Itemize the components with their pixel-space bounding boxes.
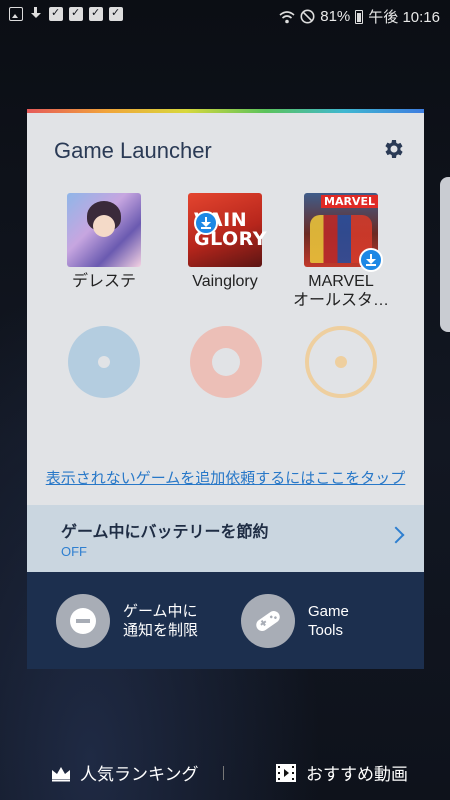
clock: 午後 10:16 — [368, 9, 440, 26]
empty-slot-placeholder — [305, 326, 377, 398]
do-not-disturb-icon — [300, 9, 315, 24]
game-item-vainglory[interactable]: VAIN GLORY Vainglory — [170, 193, 280, 291]
ranking-button[interactable]: 人気ランキング — [50, 760, 199, 785]
game-item-marvel[interactable]: MARVEL MARVEL オールスタ… — [286, 193, 396, 310]
minus-circle-icon — [56, 594, 110, 648]
game-tools-button[interactable]: Game Tools — [241, 594, 349, 648]
battery-saver-status: OFF — [61, 544, 87, 559]
next-card-edge[interactable] — [440, 177, 450, 332]
game-list: デレステ VAIN GLORY Vainglory MARVEL MARVEL オ… — [27, 193, 424, 313]
status-bar: 81% 午後 10:16 — [0, 0, 450, 32]
empty-slot-placeholder — [68, 326, 140, 398]
game-item-deresute[interactable]: デレステ — [49, 193, 159, 291]
block-notifications-button[interactable]: ゲーム中に 通知を制限 — [56, 594, 199, 648]
download-icon — [29, 7, 43, 21]
battery-saver-label: ゲーム中にバッテリーを節約 — [61, 524, 269, 541]
rainbow-accent-bar — [27, 109, 424, 113]
block-notifications-label: ゲーム中に 通知を制限 — [123, 603, 199, 639]
marvel-app-icon[interactable]: MARVEL — [304, 193, 383, 272]
vainglory-app-icon[interactable]: VAIN GLORY — [188, 193, 267, 267]
card-title: Game Launcher — [54, 138, 212, 163]
videos-label: おすすめ動画 — [306, 765, 408, 784]
game-name: MARVEL オールスタ… — [292, 273, 389, 309]
tile-logo-text: MARVEL — [321, 195, 378, 208]
game-name: デレステ — [71, 273, 136, 290]
bag-check-icon — [49, 6, 63, 21]
crown-icon — [52, 766, 70, 781]
tools-section: ゲーム中に 通知を制限 Game Tools — [27, 572, 424, 669]
gamepad-icon — [241, 594, 295, 648]
game-name: Vainglory — [192, 273, 258, 290]
download-icon — [359, 248, 383, 272]
bag-check-icon — [69, 6, 83, 21]
divider — [223, 766, 224, 780]
game-launcher-card: Game Launcher デレステ VAIN GLORY Vainglory M… — [27, 109, 424, 669]
film-play-icon — [276, 763, 296, 782]
deresute-app-icon[interactable] — [67, 193, 141, 267]
download-icon — [194, 211, 218, 235]
bottom-bar: 人気ランキング おすすめ動画 — [0, 752, 450, 792]
ranking-label: 人気ランキング — [80, 765, 199, 784]
bag-check-icon — [89, 6, 103, 21]
recommended-videos-button[interactable]: おすすめ動画 — [276, 760, 408, 785]
wifi-icon — [279, 10, 295, 23]
image-icon — [9, 7, 23, 21]
bag-check-icon — [109, 6, 123, 21]
empty-slots — [27, 326, 424, 406]
empty-slot-placeholder — [190, 326, 262, 398]
battery-percent: 81% — [320, 8, 351, 25]
notification-icons — [9, 6, 123, 21]
add-game-request-link[interactable]: 表示されないゲームを追加依頼するにはここをタップ — [27, 467, 424, 488]
gear-icon[interactable] — [382, 137, 406, 161]
chevron-right-icon — [387, 526, 405, 544]
battery-icon — [355, 9, 364, 24]
game-tools-label: Game Tools — [308, 603, 349, 639]
battery-saver-row[interactable]: ゲーム中にバッテリーを節約 OFF — [27, 505, 424, 572]
